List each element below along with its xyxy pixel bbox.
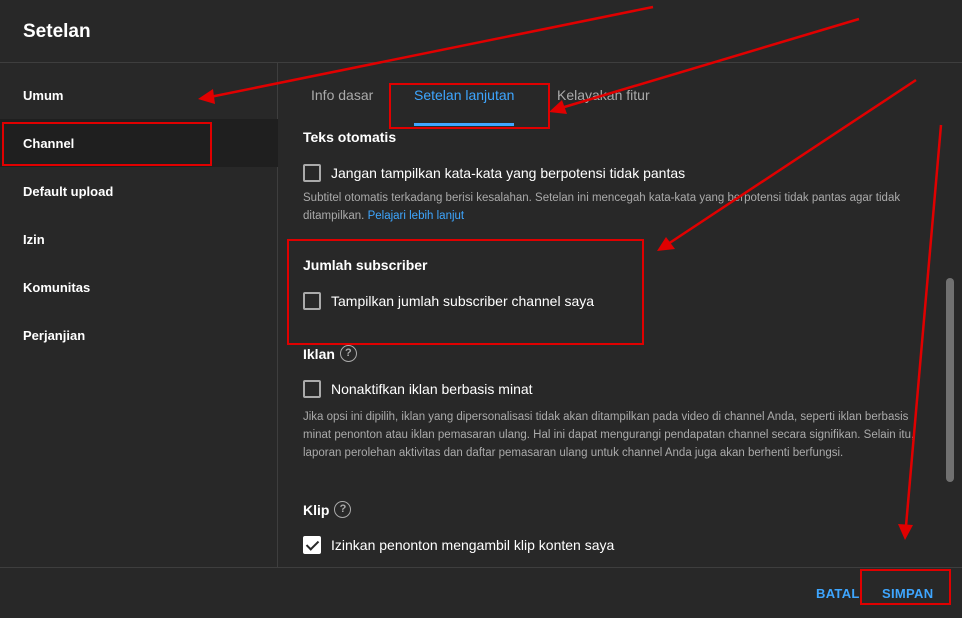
help-icon[interactable]: ? bbox=[339, 345, 357, 362]
checkbox-row-show-subscriber-count[interactable]: Tampilkan jumlah subscriber channel saya bbox=[303, 292, 594, 310]
sidebar-item-komunitas[interactable]: Komunitas bbox=[0, 263, 278, 311]
teks-otomatis-description: Subtitel otomatis terkadang berisi kesal… bbox=[303, 192, 901, 222]
sidebar-item-channel[interactable]: Channel bbox=[0, 119, 278, 167]
sidebar-item-umum[interactable]: Umum bbox=[0, 71, 278, 119]
tab-kelayakan-fitur[interactable]: Kelayakan fitur bbox=[557, 63, 650, 126]
section-title-teks-otomatis: Teks otomatis bbox=[303, 129, 397, 145]
disable-interest-ads-checkbox[interactable] bbox=[303, 380, 321, 398]
checkbox-row-allow-clips[interactable]: Izinkan penonton mengambil klip konten s… bbox=[303, 536, 614, 554]
help-icon[interactable]: ? bbox=[334, 501, 352, 518]
allow-clips-checkbox[interactable] bbox=[303, 536, 321, 554]
save-button[interactable]: SIMPAN bbox=[882, 586, 933, 601]
cancel-button[interactable]: BATAL bbox=[816, 586, 860, 601]
checkbox-label: Nonaktifkan iklan berbasis minat bbox=[331, 381, 533, 397]
checkbox-label: Tampilkan jumlah subscriber channel saya bbox=[331, 293, 595, 309]
dialog-footer: BATAL SIMPAN bbox=[0, 567, 962, 618]
dialog-title: Setelan bbox=[23, 21, 91, 42]
settings-content: Teks otomatis Jangan tampilkan kata-kata… bbox=[279, 126, 945, 567]
sidebar-item-perjanjian[interactable]: Perjanjian bbox=[0, 311, 278, 359]
section-title-iklan: Iklan ? bbox=[303, 345, 357, 362]
scrollbar-thumb[interactable] bbox=[946, 278, 954, 482]
sidebar-item-default-upload[interactable]: Default upload bbox=[0, 167, 278, 215]
iklan-description: Jika opsi ini dipilih, iklan yang dipers… bbox=[303, 411, 915, 459]
sidebar-item-izin[interactable]: Izin bbox=[0, 215, 278, 263]
tab-info-dasar[interactable]: Info dasar bbox=[311, 63, 373, 126]
section-title-jumlah-subscriber: Jumlah subscriber bbox=[303, 257, 428, 273]
section-title-klip: Klip ? bbox=[303, 501, 352, 518]
checkbox-row-disable-interest-ads[interactable]: Nonaktifkan iklan berbasis minat bbox=[303, 380, 533, 398]
tab-setelan-lanjutan[interactable]: Setelan lanjutan bbox=[414, 63, 515, 126]
dialog-header: Setelan bbox=[0, 0, 962, 63]
show-subscriber-count-checkbox[interactable] bbox=[303, 292, 321, 310]
sidebar: Umum Channel Default upload Izin Komunit… bbox=[0, 63, 278, 567]
hide-inappropriate-checkbox[interactable] bbox=[303, 164, 321, 182]
checkbox-label: Izinkan penonton mengambil klip konten s… bbox=[331, 537, 615, 553]
checkbox-label: Jangan tampilkan kata-kata yang berpoten… bbox=[331, 165, 686, 181]
learn-more-link[interactable]: Pelajari lebih lanjut bbox=[368, 210, 465, 222]
tab-bar: Info dasar Setelan lanjutan Kelayakan fi… bbox=[279, 63, 962, 126]
settings-dialog: Setelan Umum Channel Default upload Izin… bbox=[0, 0, 962, 618]
checkbox-row-hide-inappropriate[interactable]: Jangan tampilkan kata-kata yang berpoten… bbox=[303, 164, 685, 182]
